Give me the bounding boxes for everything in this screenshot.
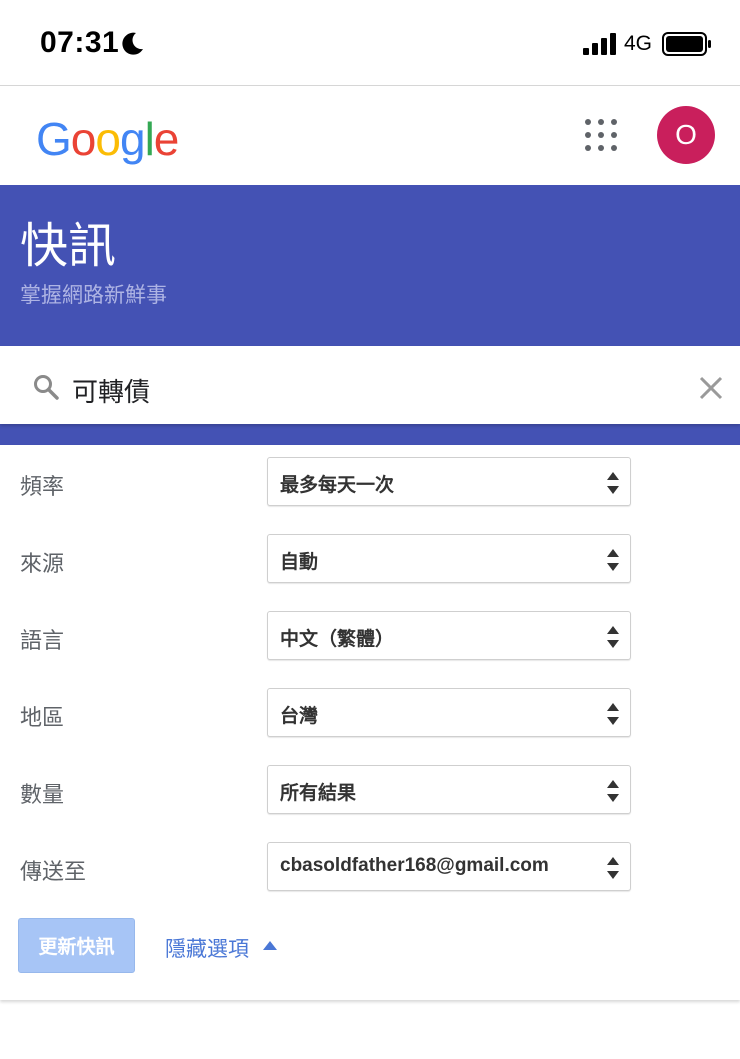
apps-icon[interactable] [585, 119, 617, 151]
select-arrows-icon [607, 703, 619, 725]
select-arrows-icon [607, 472, 619, 494]
language-value: 中文（繁體） [280, 629, 395, 650]
page-subtitle: 掌握網路新鮮事 [20, 284, 167, 307]
avatar[interactable]: O [657, 106, 715, 164]
quantity-select[interactable]: 所有結果 [267, 765, 631, 814]
quantity-value: 所有結果 [280, 783, 357, 804]
deliver-to-value: cbasoldfather168@gmail.com [280, 855, 549, 876]
update-alert-button[interactable]: 更新快訊 [18, 918, 135, 973]
close-icon[interactable] [698, 375, 724, 401]
source-select[interactable]: 自動 [267, 534, 631, 583]
source-value: 自動 [280, 552, 319, 573]
language-select[interactable]: 中文（繁體） [267, 611, 631, 660]
region-value: 台灣 [280, 706, 319, 727]
select-arrows-icon [607, 549, 619, 571]
moon-icon [122, 32, 143, 55]
frequency-select[interactable]: 最多每天一次 [267, 457, 631, 506]
select-arrows-icon [607, 626, 619, 648]
region-select[interactable]: 台灣 [267, 688, 631, 737]
signal-icon [583, 33, 616, 55]
google-logo[interactable]: Google [36, 112, 179, 166]
status-time: 07:31 [40, 26, 120, 59]
page-title: 快訊 [20, 220, 117, 273]
deliver-to-label: 傳送至 [20, 859, 87, 884]
language-label: 語言 [20, 628, 65, 653]
network-type: 4G [624, 32, 653, 55]
select-arrows-icon [607, 780, 619, 802]
search-input[interactable] [72, 372, 672, 408]
search-icon [34, 375, 59, 400]
deliver-to-select[interactable]: cbasoldfather168@gmail.com [267, 842, 631, 891]
frequency-value: 最多每天一次 [280, 475, 395, 496]
select-arrows-icon [607, 857, 619, 879]
hide-options-link[interactable]: 隱藏選項 [165, 933, 249, 963]
frequency-label: 頻率 [20, 474, 65, 499]
region-label: 地區 [20, 705, 65, 730]
battery-icon [662, 32, 711, 56]
quantity-label: 數量 [20, 782, 65, 807]
source-label: 來源 [20, 551, 65, 576]
caret-up-icon[interactable] [263, 941, 277, 950]
